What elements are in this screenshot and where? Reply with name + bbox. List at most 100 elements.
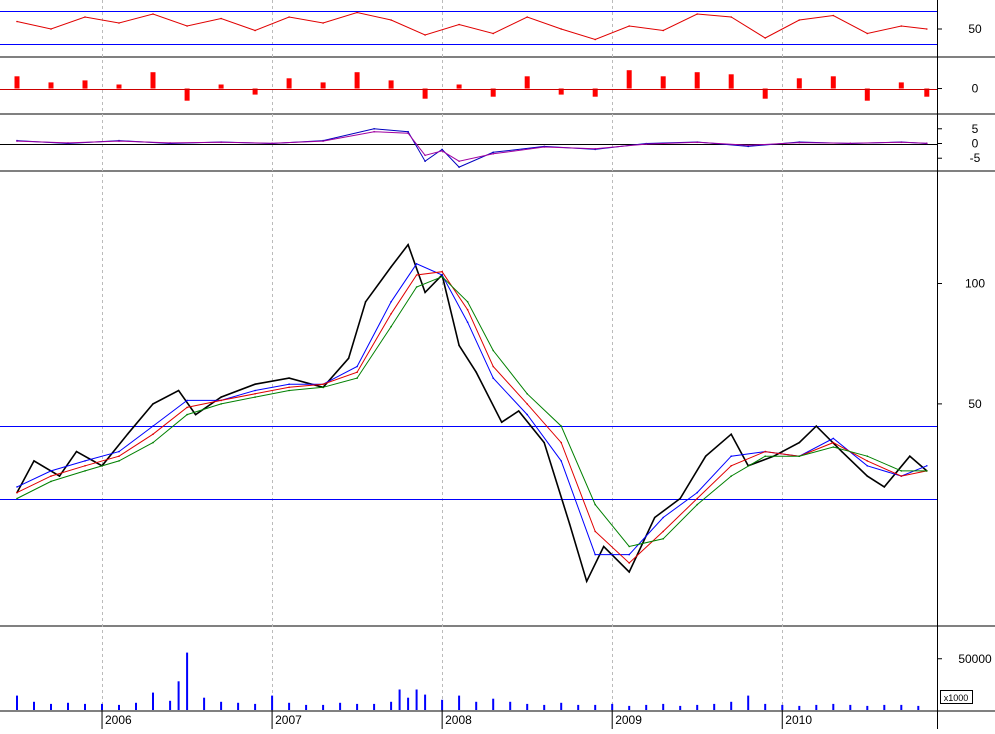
price-series-0-point bbox=[704, 455, 707, 458]
oscillator-3-series-1-point bbox=[645, 143, 647, 145]
oscillator-3-series-1-point bbox=[67, 142, 69, 144]
volume-bar bbox=[849, 704, 852, 710]
price-series-2-point bbox=[84, 465, 86, 467]
volume-bar bbox=[815, 704, 818, 710]
volume-bar bbox=[798, 705, 801, 710]
price-series-3-point bbox=[900, 470, 903, 472]
x-axis-tick-label: 2009 bbox=[615, 713, 642, 727]
oscillator-3-series-1-point bbox=[322, 140, 324, 142]
price-series-2-point bbox=[220, 399, 222, 402]
price-series-2-point bbox=[288, 386, 290, 389]
price-series-0-point bbox=[866, 475, 869, 477]
volume-bar bbox=[713, 703, 716, 710]
oscillator-1-series-0-point bbox=[390, 19, 392, 21]
oscillator-3-series-1-point bbox=[458, 160, 460, 162]
oscillator-3-series-0-line bbox=[16, 128, 927, 168]
volume-bar bbox=[101, 703, 103, 710]
oscillator-3-series-1-line bbox=[16, 131, 927, 162]
price-series-0-point bbox=[798, 441, 801, 444]
volume-bar bbox=[662, 703, 665, 710]
volume-bar bbox=[458, 695, 461, 710]
volume-bar bbox=[322, 704, 325, 710]
volume-bar bbox=[203, 697, 206, 710]
price-series-3-point bbox=[466, 301, 469, 303]
volume-bar bbox=[237, 702, 240, 710]
price-series-2-point bbox=[764, 450, 766, 453]
price-series-0-point bbox=[543, 441, 545, 444]
volume-bar bbox=[169, 700, 172, 710]
price-series-1-point bbox=[832, 437, 835, 440]
oscillator-3-series-0-point bbox=[441, 148, 443, 151]
price-series-3-point bbox=[628, 545, 630, 548]
oscillator-2-bar bbox=[354, 72, 360, 89]
data-series bbox=[0, 11, 937, 711]
oscillator-3-series-1-point bbox=[492, 153, 495, 155]
oscillator-2-tick-label: 0 bbox=[972, 82, 979, 96]
price-series-2-point bbox=[356, 371, 358, 374]
price-series-1-point bbox=[526, 413, 528, 416]
volume-bar bbox=[900, 704, 903, 710]
oscillator-2-bar bbox=[116, 84, 122, 89]
oscillator-1-series-0-point bbox=[16, 20, 18, 23]
volume-bar bbox=[730, 701, 733, 710]
oscillator-2-bar bbox=[524, 76, 530, 89]
price-series-2-point bbox=[730, 465, 732, 467]
price-series-3-point bbox=[220, 403, 222, 405]
oscillator-1-series-0-point bbox=[730, 16, 732, 18]
volume-bar bbox=[339, 702, 342, 710]
price-series-2-point bbox=[900, 475, 903, 477]
price-series-2-point bbox=[492, 365, 495, 368]
volume-bar bbox=[84, 703, 86, 710]
volume-bar bbox=[645, 704, 648, 710]
volume-bar bbox=[628, 705, 631, 710]
price-series-0-point bbox=[653, 516, 656, 519]
price-series-3-point bbox=[288, 389, 290, 392]
price-series-3-point bbox=[798, 455, 801, 458]
price-series-2-point bbox=[118, 455, 120, 458]
volume-bar bbox=[186, 652, 189, 710]
volume-bar bbox=[415, 689, 418, 710]
oscillator-2-bar bbox=[660, 76, 666, 89]
oscillator-1-series-0-point bbox=[662, 29, 664, 32]
oscillator-1-series-0-point bbox=[186, 25, 188, 27]
volume-bar bbox=[526, 703, 529, 710]
oscillator-2-bar bbox=[694, 72, 700, 89]
oscillator-1-series-0-point bbox=[50, 28, 52, 30]
oscillator-3-series-0-point bbox=[458, 166, 460, 168]
volume-bar bbox=[424, 694, 427, 710]
volume-bar bbox=[271, 695, 274, 710]
price-series-3-point bbox=[118, 460, 120, 462]
price-series-3-point bbox=[441, 275, 443, 278]
price-series-3-point bbox=[594, 503, 596, 506]
oscillator-1-series-0-point bbox=[152, 13, 154, 15]
oscillator-1-tick-label: 50 bbox=[968, 22, 982, 36]
price-series-2-point bbox=[16, 491, 18, 494]
oscillator-1-series-0-point bbox=[764, 37, 766, 39]
price-series-1-point bbox=[466, 321, 469, 324]
price-series-3-point bbox=[926, 470, 928, 472]
volume-bar bbox=[594, 704, 597, 710]
volume-multiplier-label: x1000 bbox=[944, 693, 969, 703]
price-series-2-point bbox=[662, 530, 664, 533]
price-series-1-point bbox=[560, 460, 562, 462]
oscillator-1-series-0-point bbox=[288, 16, 290, 18]
price-series-0-point bbox=[841, 450, 843, 453]
price-series-0-line bbox=[16, 243, 928, 584]
price-series-3-point bbox=[866, 455, 869, 458]
price-series-0-point bbox=[75, 450, 78, 453]
oscillator-3-series-1-point bbox=[849, 142, 852, 144]
oscillator-1-series-0-point bbox=[492, 32, 495, 35]
oscillator-2-bar bbox=[456, 84, 462, 89]
oscillator-3-series-0-point bbox=[373, 128, 375, 130]
oscillator-2-bar bbox=[728, 74, 734, 89]
oscillator-3-series-1-point bbox=[220, 141, 222, 144]
oscillator-2-bar bbox=[218, 84, 224, 89]
price-series-3-point bbox=[322, 386, 324, 389]
price-series-1-point bbox=[594, 553, 596, 556]
oscillator-3-series-1-point bbox=[926, 142, 928, 144]
volume-bar bbox=[747, 695, 750, 710]
price-series-3-point bbox=[390, 325, 392, 328]
stock-chart: 50 0 5 0 -5 100 50 50000 x1000 2006 2007 2008 2009 20… bbox=[0, 0, 995, 729]
volume-bar bbox=[390, 701, 393, 710]
x-axis-tick-label: 2008 bbox=[445, 713, 472, 727]
